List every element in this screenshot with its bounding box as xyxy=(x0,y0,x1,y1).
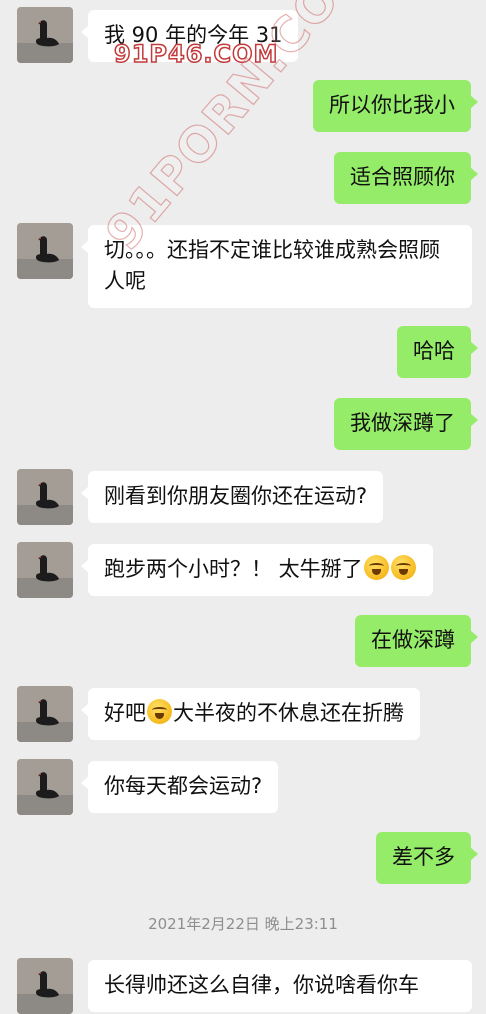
outgoing-message[interactable]: 在做深蹲 xyxy=(355,615,478,667)
incoming-message[interactable]: 切。。。还指不定谁比较谁成熟会照顾人呢 xyxy=(81,225,472,308)
outgoing-message[interactable]: 哈哈 xyxy=(397,326,478,378)
message-text: 我 90 年的今年 31 xyxy=(104,23,283,47)
black-swan-image xyxy=(17,759,73,815)
black-swan-image xyxy=(17,469,73,525)
incoming-message[interactable]: 我 90 年的今年 31 xyxy=(80,10,299,62)
black-swan-image xyxy=(17,958,73,1014)
laughing-crying-emoji-icon xyxy=(390,555,416,580)
contact-avatar[interactable] xyxy=(17,7,73,63)
message-text: 我做深蹲了 xyxy=(350,411,455,435)
contact-avatar[interactable] xyxy=(17,759,73,815)
message-text: 在做深蹲 xyxy=(371,628,455,652)
message-text: 大半夜的不休息还在折腾 xyxy=(173,701,404,725)
message-text: 差不多 xyxy=(392,845,455,869)
message-text: 适合照顾你 xyxy=(350,165,455,189)
outgoing-message[interactable]: 适合照顾你 xyxy=(334,152,478,204)
incoming-message[interactable]: 你每天都会运动? xyxy=(80,761,279,813)
laughing-crying-emoji-icon xyxy=(363,555,389,580)
contact-avatar[interactable] xyxy=(17,686,73,742)
message-timestamp: 2021年2月22日 晚上23:11 xyxy=(148,915,338,933)
incoming-message[interactable]: 跑步两个小时？！ 太牛掰了 xyxy=(81,544,433,596)
incoming-message[interactable]: 刚看到你朋友圈你还在运动? xyxy=(80,471,384,523)
message-text: 切。。。还指不定谁比较谁成熟会照顾人呢 xyxy=(104,238,440,293)
message-text: 哈哈 xyxy=(413,339,455,363)
laughing-crying-emoji-icon xyxy=(147,699,172,724)
message-text: 跑步两个小时？！ 太牛掰了 xyxy=(104,557,363,581)
message-text: 你每天都会运动? xyxy=(104,774,263,798)
outgoing-message[interactable]: 所以你比我小 xyxy=(313,80,478,132)
contact-avatar[interactable] xyxy=(17,223,73,279)
contact-avatar[interactable] xyxy=(17,958,73,1014)
incoming-message[interactable]: 长得帅还这么自律，你说啥看你车 xyxy=(88,960,472,1012)
black-swan-image xyxy=(17,223,73,279)
black-swan-image xyxy=(17,542,73,598)
message-text: 好吧 xyxy=(104,701,146,725)
message-text: 长得帅还这么自律，你说啥看你车 xyxy=(104,973,419,997)
black-swan-image xyxy=(17,686,73,742)
chat-thread[interactable]: 我 90 年的今年 31 所以你比我小 适合照顾你 切。。。还指不定谁比较谁成熟… xyxy=(0,0,486,1014)
message-text: 所以你比我小 xyxy=(329,93,455,117)
outgoing-message[interactable]: 我做深蹲了 xyxy=(334,398,478,450)
black-swan-image xyxy=(17,7,73,63)
contact-avatar[interactable] xyxy=(17,469,73,525)
outgoing-message[interactable]: 差不多 xyxy=(376,832,478,884)
message-text: 刚看到你朋友圈你还在运动? xyxy=(104,484,368,508)
contact-avatar[interactable] xyxy=(17,542,73,598)
incoming-message[interactable]: 好吧 大半夜的不休息还在折腾 xyxy=(81,688,420,740)
